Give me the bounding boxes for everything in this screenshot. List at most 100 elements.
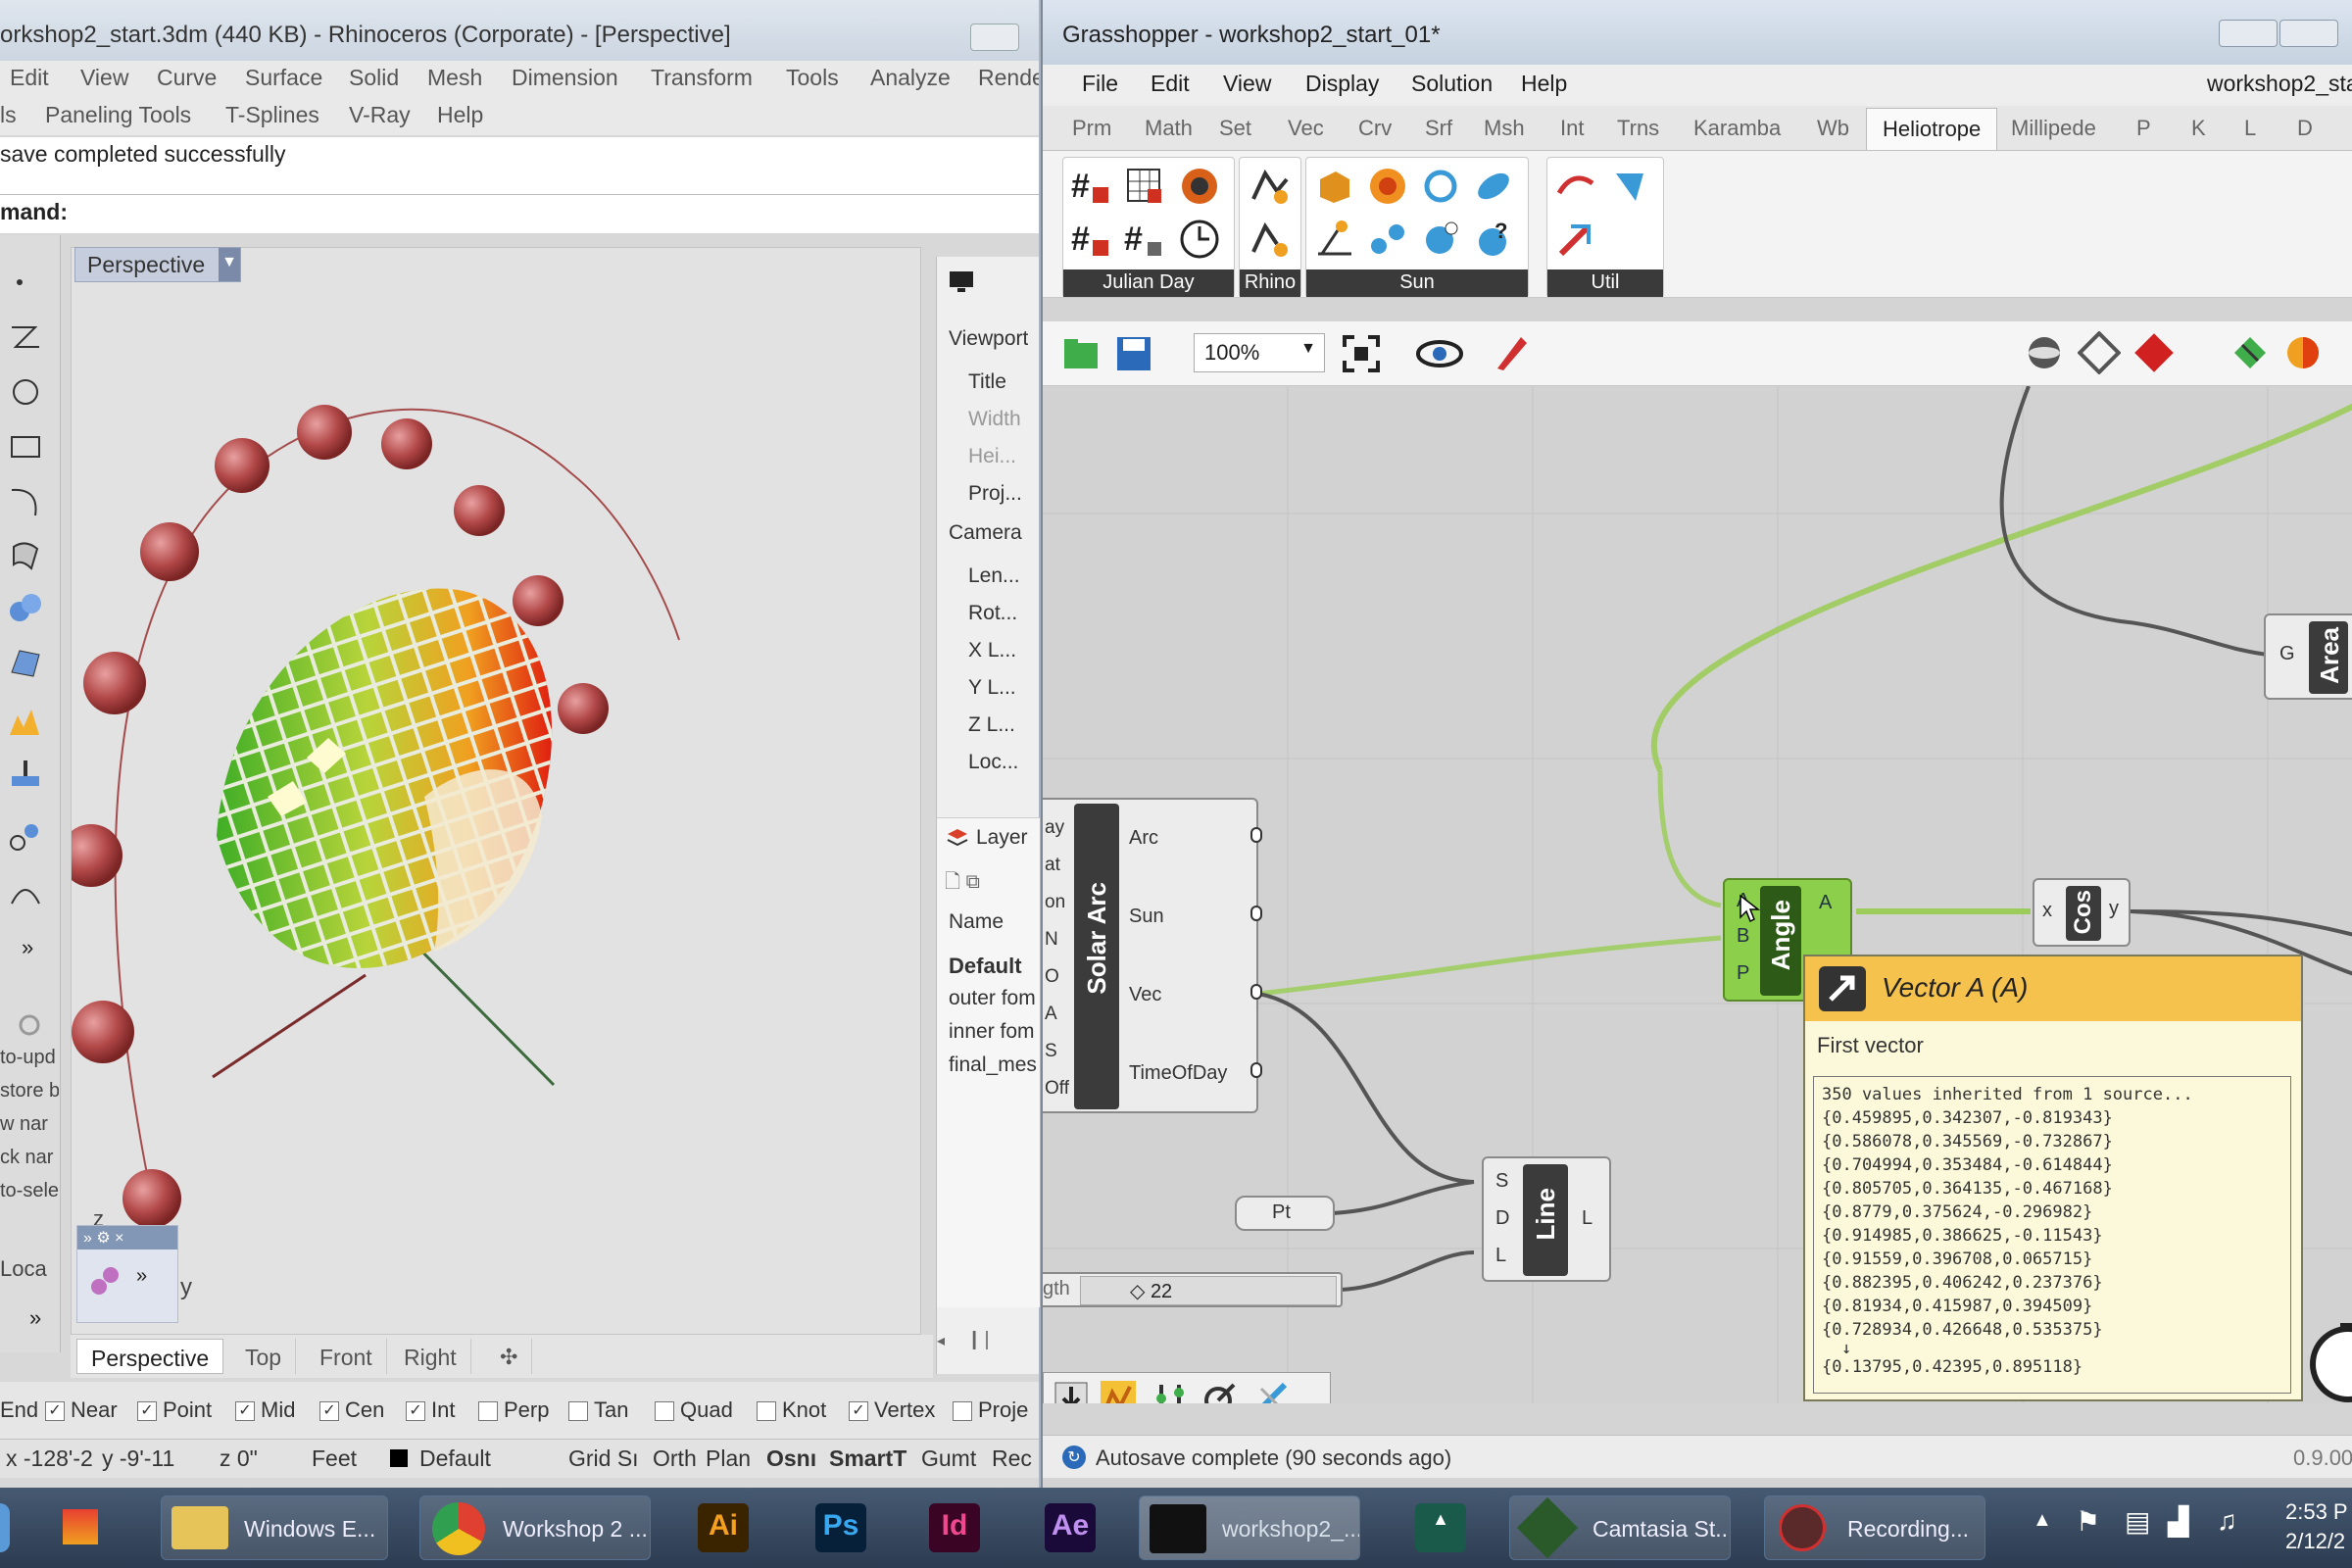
profiler-icon[interactable] [1099, 1379, 1138, 1403]
toggle-gumball[interactable]: Gumt [921, 1446, 976, 1472]
menu-analyze[interactable]: Analyze [870, 65, 951, 91]
mesh-tool-icon[interactable] [6, 643, 45, 682]
output-vec[interactable]: Vec [1129, 984, 1161, 1006]
perspective-viewport[interactable]: z [60, 247, 921, 1335]
volume-icon[interactable]: ♫ [2217, 1505, 2237, 1537]
zoom-select[interactable]: 100% ▼ [1194, 333, 1325, 372]
toggle-grid-snap[interactable]: Grid Sı [568, 1446, 639, 1472]
output-grip[interactable] [1250, 1062, 1262, 1078]
output-arc[interactable]: Arc [1129, 827, 1158, 850]
sun-orbit-icon[interactable] [1418, 164, 1463, 209]
layer-row[interactable]: outer fom [949, 987, 1036, 1010]
tab-crv[interactable]: Crv [1358, 116, 1392, 141]
tab-math[interactable]: Math [1145, 116, 1193, 141]
menu-mesh[interactable]: Mesh [427, 65, 482, 91]
osnap-near[interactable]: ✓ Near [45, 1397, 118, 1423]
menu-v-ray[interactable]: V-Ray [349, 102, 411, 128]
gh-menu-display[interactable]: Display [1305, 71, 1379, 97]
tab-d[interactable]: D [2297, 116, 2313, 141]
navigation-dial-icon[interactable] [2305, 1319, 2352, 1403]
menu-edit[interactable]: Edit [10, 65, 49, 91]
expand-icon[interactable]: » [29, 1305, 41, 1331]
tab-p[interactable]: P [2136, 116, 2151, 141]
solar-arc-component[interactable]: ay at on N O A S Off Solar Arc Arc Sun V… [1043, 798, 1262, 1113]
output-angle[interactable]: A [1819, 892, 1832, 914]
checkbox[interactable] [953, 1401, 972, 1422]
menu-dimension[interactable]: Dimension [512, 65, 618, 91]
new-layer-icon[interactable]: 🗋 ⧉ [945, 867, 980, 901]
taskbar-chrome[interactable]: Workshop 2 ... [419, 1495, 651, 1560]
rectangle-tool-icon[interactable] [6, 427, 45, 466]
output-time-of-day[interactable]: TimeOfDay [1129, 1062, 1227, 1085]
pt-parameter[interactable]: Pt [1235, 1196, 1335, 1231]
sun-vectors-icon[interactable] [1365, 217, 1410, 262]
checkbox[interactable]: ✓ [45, 1401, 65, 1422]
transform-widget-icon[interactable] [85, 1261, 124, 1300]
output-grip[interactable] [1250, 827, 1262, 843]
monitor-icon[interactable] [947, 267, 976, 296]
output-grip[interactable] [1250, 984, 1262, 1000]
osnap-mid[interactable]: ✓ Mid [235, 1397, 295, 1423]
tab-front[interactable]: Front [306, 1339, 387, 1374]
tab-karamba[interactable]: Karamba [1693, 116, 1781, 141]
sketch-pen-icon[interactable] [1492, 331, 1533, 374]
menu-t-splines[interactable]: T-Splines [225, 102, 319, 128]
input-l[interactable]: L [1495, 1245, 1506, 1267]
sun-angle-icon[interactable] [1312, 217, 1357, 262]
zoom-extents-icon[interactable] [1341, 333, 1382, 374]
gh-menu-view[interactable]: View [1223, 71, 1271, 97]
tab-trns[interactable]: Trns [1617, 116, 1659, 141]
number-slider[interactable]: gth ◇ 22 [1043, 1272, 1343, 1307]
tab-vec[interactable]: Vec [1288, 116, 1324, 141]
osnap-perp[interactable]: Perp [478, 1397, 549, 1423]
osnap-knot[interactable]: Knot [757, 1397, 826, 1423]
checkbox[interactable] [757, 1401, 776, 1422]
taskbar-recording[interactable]: Recording... [1764, 1495, 1985, 1560]
apps-grid-icon[interactable] [63, 1509, 98, 1544]
taskbar-camtasia[interactable]: Camtasia St... [1509, 1495, 1731, 1560]
command-prompt[interactable]: mand: [0, 194, 1039, 233]
tab-set[interactable]: Set [1219, 116, 1251, 141]
input-d[interactable]: D [1495, 1207, 1509, 1230]
checkbox[interactable] [568, 1401, 588, 1422]
menu-surface[interactable]: Surface [245, 65, 322, 91]
align-icon[interactable] [1152, 1379, 1191, 1403]
menu-transform[interactable]: Transform [651, 65, 753, 91]
checkbox[interactable]: ✓ [137, 1401, 157, 1422]
checkbox[interactable]: ✓ [849, 1401, 868, 1422]
osnap-quad[interactable]: Quad [655, 1397, 733, 1423]
tab-perspective[interactable]: Perspective [76, 1339, 224, 1374]
sun-flower-icon[interactable] [1365, 164, 1410, 209]
more-tools-icon[interactable]: » [22, 935, 33, 960]
tab-heliotrope[interactable]: Heliotrope [1866, 108, 1998, 150]
taskbar-explorer[interactable]: Windows E... [161, 1495, 388, 1560]
color-ball-icon[interactable] [2281, 331, 2325, 374]
checkbox[interactable] [655, 1401, 674, 1422]
preview-selected-icon[interactable] [2132, 331, 2176, 374]
menu-tools-fragment[interactable]: ls [0, 102, 17, 128]
menu-solid[interactable]: Solid [349, 65, 399, 91]
preview-wire-icon[interactable] [2023, 331, 2066, 374]
start-button[interactable] [0, 1503, 10, 1552]
gh-document-name[interactable]: workshop2_star [2207, 71, 2352, 97]
rhino-sun-icon[interactable] [1248, 164, 1293, 209]
osnap-cen[interactable]: ✓ Cen [319, 1397, 384, 1423]
slider-track[interactable]: ◇ 22 [1080, 1276, 1337, 1305]
tray-expand-icon[interactable]: ▲ [2033, 1509, 2052, 1532]
area-component[interactable]: G Area [2264, 613, 2352, 700]
osnap-end[interactable]: End [0, 1397, 38, 1423]
checkbox[interactable]: ✓ [406, 1401, 425, 1422]
rhino-restore-button[interactable] [970, 24, 1019, 51]
tab-right[interactable]: Right [390, 1339, 471, 1374]
gh-menu-help[interactable]: Help [1521, 71, 1567, 97]
sun-box-icon[interactable] [1312, 164, 1357, 209]
cos-component[interactable]: x Cos y [2033, 878, 2131, 947]
system-clock[interactable]: 2:53 P 2/12/2 [2285, 1497, 2348, 1556]
render-tool-icon[interactable] [6, 702, 45, 741]
preview-eye-icon[interactable] [1415, 333, 1464, 374]
checkbox[interactable] [478, 1401, 498, 1422]
solid-tool-icon[interactable] [6, 588, 45, 627]
curve-tools-icon[interactable] [6, 874, 45, 913]
util-curve-icon[interactable] [1553, 164, 1598, 209]
open-file-icon[interactable] [1060, 333, 1102, 374]
